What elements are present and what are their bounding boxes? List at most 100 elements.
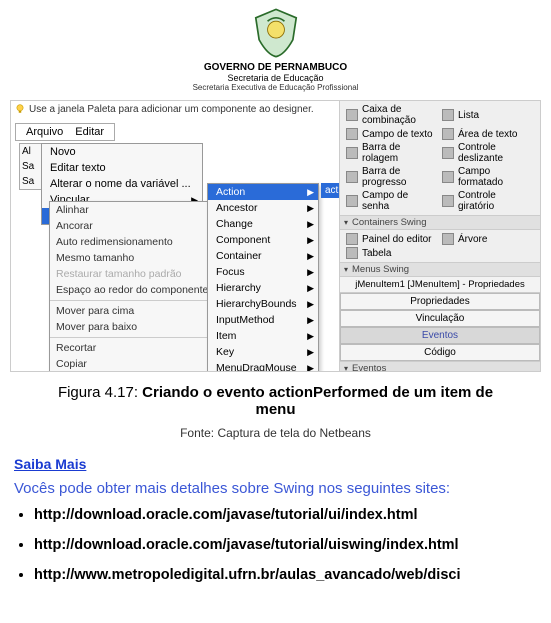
event-menudragmouse[interactable]: MenuDragMouse▶ [208,360,318,372]
chevron-right-icon: ▶ [307,283,314,294]
link-item[interactable]: http://www.metropoledigital.ufrn.br/aula… [34,567,537,583]
ctx-mover-baixo[interactable]: Mover para baixo [50,319,220,335]
section-eventos[interactable]: Eventos [340,361,540,372]
event-action[interactable]: Action▶ [208,184,318,200]
ctx-mesmo-tamanho[interactable]: Mesmo tamanho▶ [50,250,220,266]
ctx-copiar[interactable]: Copiar [50,356,220,372]
header-line3: Secretaria Executiva de Educação Profiss… [193,83,359,92]
chevron-right-icon: ▶ [307,299,314,310]
tip-text: Use a janela Paleta para adicionar um co… [29,104,314,115]
netbeans-screenshot: Use a janela Paleta para adicionar um co… [10,100,541,372]
ctx-espaco-componente[interactable]: Espaço ao redor do componente... [50,282,220,298]
figure-source: Fonte: Captura de tela do Netbeans [0,426,551,440]
lead-text: Vocês pode obter mais detalhes sobre Swi… [14,480,537,497]
link-item[interactable]: http://download.oracle.com/javase/tutori… [34,507,537,523]
component-icon [442,171,454,183]
crest-icon [249,6,303,60]
palette-item[interactable]: Barra de progresso [344,165,440,189]
palette-item[interactable]: Campo de senha [344,189,440,213]
figure-title-b: menu [255,401,295,418]
chevron-right-icon: ▶ [307,363,314,372]
header-line2: Secretaria de Educação [227,73,323,83]
palette-item[interactable]: Caixa de combinação [344,103,440,127]
ctx-restaurar-tamanho: Restaurar tamanho padrão [50,266,220,282]
chevron-right-icon: ▶ [307,315,314,326]
tab-propriedades[interactable]: Propriedades [340,293,540,310]
window-menubar: Arquivo Editar [15,123,115,141]
chevron-right-icon: ▶ [307,235,314,246]
component-icon [346,233,358,245]
properties-tabs: Propriedades Vinculação Eventos Código [340,293,540,361]
component-icon [346,147,358,159]
link-item[interactable]: http://download.oracle.com/javase/tutori… [34,537,537,553]
palette-item[interactable]: Barra de rolagem [344,141,440,165]
header-line1: GOVERNO DE PERNAMBUCO [204,62,347,73]
figure-title-a: Criando o evento actionPerformed de um i… [142,384,493,401]
menu-item-novo[interactable]: Novo [42,144,202,160]
component-icon [346,128,358,140]
component-icon [442,233,454,245]
event-inputmethod[interactable]: InputMethod▶ [208,312,318,328]
properties-panel: Caixa de combinaçãoLista Campo de textoÁ… [339,101,540,371]
event-focus[interactable]: Focus▶ [208,264,318,280]
palette-item[interactable]: Lista [440,103,536,127]
palette-item[interactable]: Campo formatado [440,165,536,189]
component-icon [442,109,454,121]
side-letters: Al Sa Sa [19,143,43,190]
section-containers-swing[interactable]: Containers Swing [340,215,540,230]
component-icon [442,147,454,159]
designer-tip-bar: Use a janela Paleta para adicionar um co… [11,101,370,117]
lightbulb-icon [15,104,25,114]
component-icon [442,128,454,140]
chevron-right-icon: ▶ [307,331,314,342]
properties-title: jMenuItem1 [JMenuItem] - Propriedades [340,277,540,293]
saiba-mais-heading: Saiba Mais [14,456,537,472]
chevron-right-icon: ▶ [307,203,314,214]
document-header: GOVERNO DE PERNAMBUCO Secretaria de Educ… [0,0,551,96]
links-list: http://download.oracle.com/javase/tutori… [34,507,537,583]
chevron-right-icon: ▶ [307,187,314,198]
chevron-right-icon: ▶ [307,347,314,358]
menu-arquivo[interactable]: Arquivo [26,126,63,138]
palette-item[interactable]: Campo de texto [344,127,440,141]
ctx-ancorar[interactable]: Ancorar▶ [50,218,220,234]
menu-editar[interactable]: Editar [75,126,104,138]
palette-item[interactable]: Controle deslizante [440,141,536,165]
ctx-auto-redim[interactable]: Auto redimensionamento▶ [50,234,220,250]
figure-caption: Figura 4.17: Criando o evento actionPerf… [0,380,551,418]
event-key[interactable]: Key▶ [208,344,318,360]
chevron-right-icon: ▶ [307,219,314,230]
component-icon [346,109,358,121]
event-container[interactable]: Container▶ [208,248,318,264]
menu-item-editar-texto[interactable]: Editar texto [42,160,202,176]
event-change[interactable]: Change▶ [208,216,318,232]
component-icon [442,195,454,207]
event-ancestor[interactable]: Ancestor▶ [208,200,318,216]
event-item[interactable]: Item▶ [208,328,318,344]
palette-item[interactable]: Área de texto [440,127,536,141]
ctx-alinhar[interactable]: Alinhar▶ [50,202,220,218]
event-hierarchy[interactable]: Hierarchy▶ [208,280,318,296]
context-menu-2: Alinhar▶ Ancorar▶ Auto redimensionamento… [49,201,221,372]
component-icon [346,171,358,183]
events-submenu: Action▶ Ancestor▶ Change▶ Component▶ Con… [207,183,319,372]
event-hierarchybounds[interactable]: HierarchyBounds▶ [208,296,318,312]
chevron-right-icon: ▶ [307,251,314,262]
palette-item[interactable]: Árvore [440,232,536,246]
component-icon [346,195,358,207]
palette-item[interactable]: Controle giratório [440,189,536,213]
chevron-right-icon: ▶ [307,267,314,278]
ctx-recortar[interactable]: Recortar [50,340,220,356]
palette-swing-controls: Caixa de combinaçãoLista Campo de textoÁ… [340,101,540,215]
tab-vinculacao[interactable]: Vinculação [340,310,540,327]
component-icon [346,247,358,259]
event-component[interactable]: Component▶ [208,232,318,248]
figure-number: Figura 4.17: [58,384,142,401]
tab-codigo[interactable]: Código [340,344,540,361]
tab-eventos[interactable]: Eventos [340,327,540,344]
menu-item-alterar-nome[interactable]: Alterar o nome da variável ... [42,176,202,192]
ctx-mover-cima[interactable]: Mover para cima [50,303,220,319]
section-menus-swing[interactable]: Menus Swing [340,262,540,277]
palette-item[interactable]: Painel do editor [344,232,440,246]
palette-item[interactable]: Tabela [344,246,440,260]
